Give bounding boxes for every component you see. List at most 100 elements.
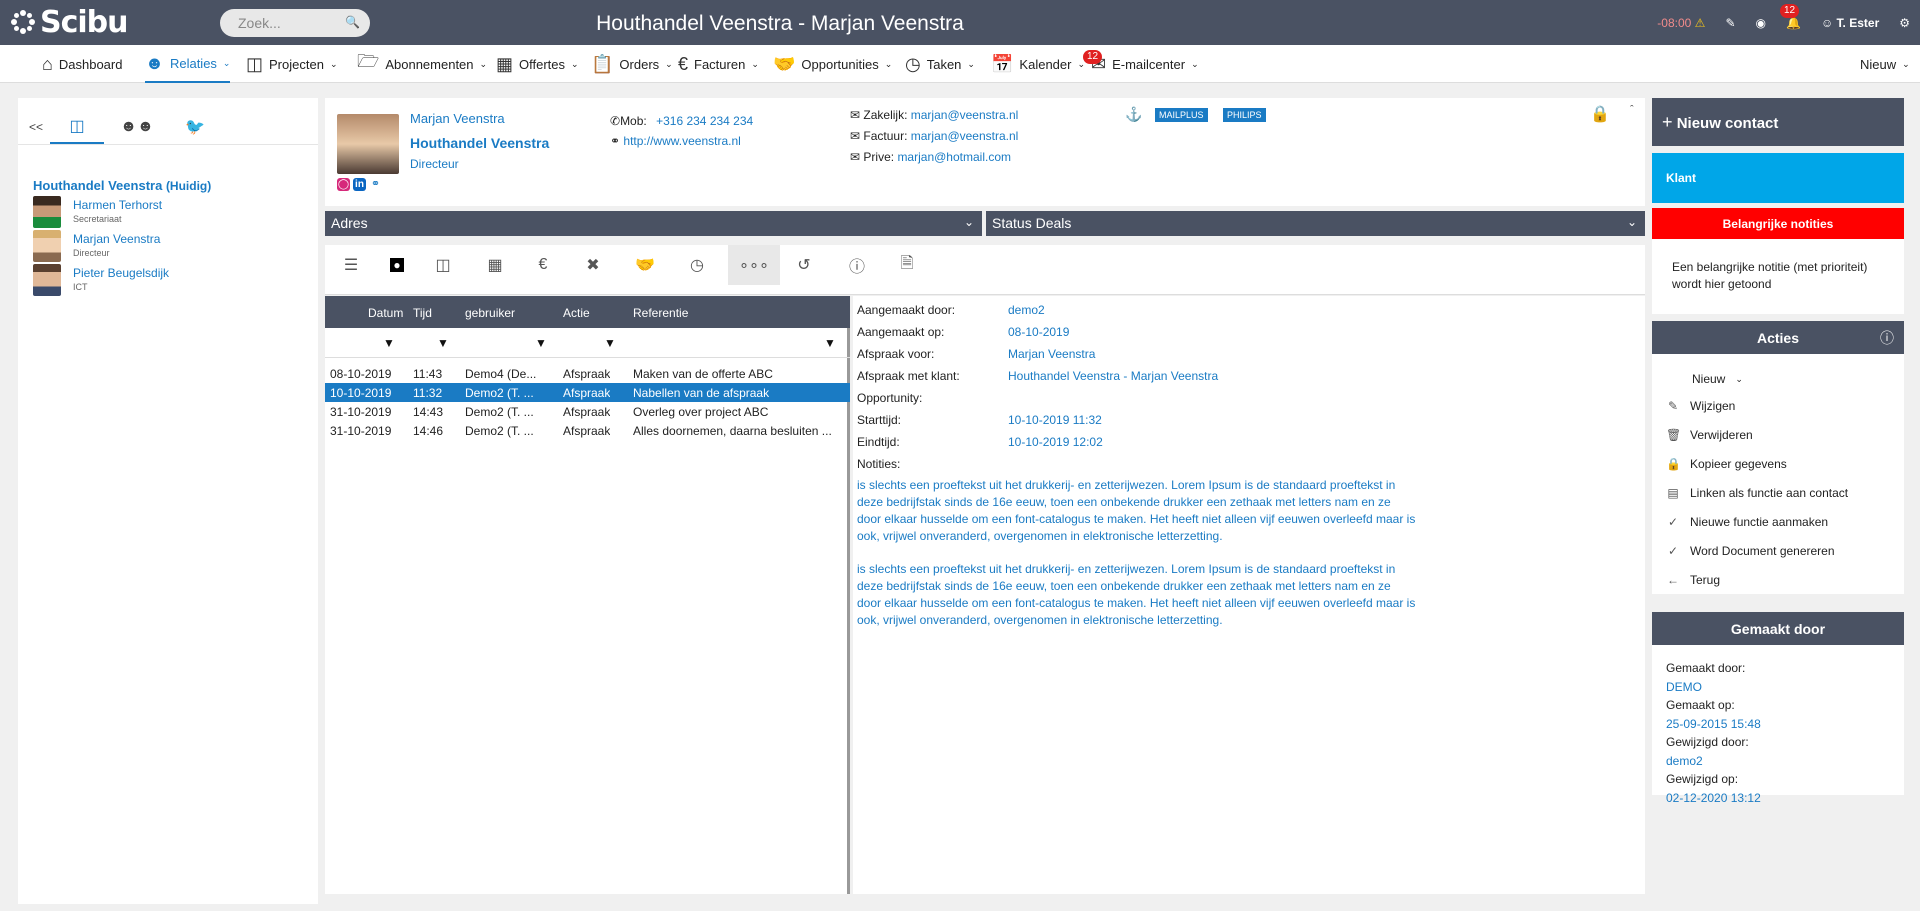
twitter-tab[interactable]: 🐦	[168, 110, 222, 144]
edit-icon[interactable]: ✎	[1725, 16, 1735, 30]
cell-date: 31-10-2019	[330, 424, 392, 438]
bell-icon[interactable]: 🔔 12	[1779, 3, 1801, 30]
action-edit[interactable]: ✎ Wijzigen	[1666, 399, 1735, 413]
collapse-up-icon[interactable]: ˆ	[1630, 104, 1634, 116]
nav-label: Relaties	[169, 55, 217, 71]
info-label: Gewijzigd op:	[1666, 772, 1739, 786]
contact-company[interactable]: Houthandel Veenstra	[410, 135, 549, 151]
website-link[interactable]: http://www.veenstra.nl	[623, 134, 740, 148]
group-tab[interactable]: ☻☻	[110, 110, 164, 144]
mobile-value[interactable]: +316 234 234 234	[656, 114, 753, 128]
column-header[interactable]: Datum	[368, 306, 403, 320]
table-row[interactable]: 10-10-2019 11:32 Demo2 (T. ... Afspraak …	[325, 383, 850, 402]
nav-opportunities[interactable]: 🤝 Opportunities ⌄	[773, 45, 892, 83]
trash-icon: 🗑	[1666, 428, 1682, 442]
info-icon[interactable]: ⓘ	[1880, 328, 1894, 348]
nav-new-button[interactable]: Nieuw ⌄	[1860, 45, 1910, 83]
contact-card-icon[interactable]: ●	[371, 245, 423, 285]
euro-icon[interactable]: €	[517, 245, 569, 285]
detail-value[interactable]: Houthandel Veenstra - Marjan Veenstra	[1008, 369, 1218, 383]
contact-item[interactable]: Marjan Veenstra Directeur	[33, 230, 313, 262]
nav-orders[interactable]: 📋 Orders ⌄	[591, 45, 673, 83]
table-row[interactable]: 08-10-2019 11:43 Demo4 (De... Afspraak M…	[325, 364, 850, 383]
check-icon: ✓	[1667, 544, 1679, 558]
filter-icon[interactable]: ▼	[604, 336, 616, 350]
table-row[interactable]: 31-10-2019 14:43 Demo2 (T. ... Afspraak …	[325, 402, 850, 421]
action-link-function[interactable]: ▤ Linken als functie aan contact	[1666, 486, 1848, 500]
history-icon[interactable]: ↺	[778, 245, 830, 285]
action-copy[interactable]: 🔒 Kopieer gegevens	[1666, 457, 1787, 471]
nav-offertes[interactable]: ▦ Offertes ⌄	[496, 45, 579, 83]
filter-icon[interactable]: ▼	[824, 336, 836, 350]
nav-emailcenter[interactable]: ✉ 12 E-mailcenter ⌄	[1083, 45, 1199, 83]
cell-reference: Maken van de offerte ABC	[633, 367, 773, 381]
clock-icon[interactable]: ◷	[671, 245, 723, 285]
appointments-table: Datum Tijd gebruiker Actie Referentie ▼ …	[325, 296, 850, 894]
email-business-link[interactable]: marjan@veenstra.nl	[911, 108, 1019, 122]
email-private-link[interactable]: marjan@hotmail.com	[897, 150, 1011, 164]
filter-icon[interactable]: ▼	[383, 336, 395, 350]
email-invoice-link[interactable]: marjan@veenstra.nl	[911, 129, 1019, 143]
document-icon[interactable]: 🗎	[881, 245, 933, 285]
filter-icon[interactable]: ▼	[437, 336, 449, 350]
user-menu[interactable]: ☺ T. Ester	[1821, 16, 1879, 30]
lock-icon[interactable]: 🔒	[1590, 104, 1610, 124]
link-icon[interactable]: ⚭	[369, 178, 382, 191]
detail-label: Starttijd:	[857, 413, 902, 427]
nav-label: Projecten	[269, 56, 324, 72]
company-link[interactable]: Houthandel Veenstra (Huidig)	[33, 178, 211, 193]
contact-item[interactable]: Pieter Beugelsdijk ICT	[33, 264, 313, 296]
filter-icon[interactable]: ▼	[535, 336, 547, 350]
contact-item[interactable]: Harmen Terhorst Secretariaat	[33, 196, 313, 228]
calculator-icon[interactable]: ▦	[469, 245, 521, 285]
detail-value[interactable]: demo2	[1008, 303, 1045, 317]
column-header[interactable]: Referentie	[633, 306, 688, 320]
nav-dashboard[interactable]: ⌂ Dashboard	[42, 45, 122, 83]
tag-badge[interactable]: PHILIPS	[1223, 108, 1266, 122]
actions-new-dropdown[interactable]: Nieuw ⌄	[1692, 372, 1743, 386]
nav-projecten[interactable]: ◫ Projecten ⌄	[246, 45, 337, 83]
action-new-function[interactable]: ✓ Nieuwe functie aanmaken	[1666, 515, 1828, 529]
linkedin-icon[interactable]: in	[353, 178, 366, 191]
eye-icon[interactable]: ◉	[1756, 16, 1766, 30]
action-delete[interactable]: 🗑 Verwijderen	[1666, 428, 1753, 442]
status-deals-section-bar[interactable]: Status Deals ⌄	[986, 211, 1645, 236]
info-icon[interactable]: ⓘ	[831, 245, 883, 285]
settings-gear-icon[interactable]: ⚙	[1899, 16, 1910, 30]
plus-icon: +	[1662, 112, 1673, 132]
chevron-down-icon: ⌄	[1735, 373, 1743, 384]
project-tree-icon[interactable]: ◫	[417, 245, 469, 285]
timer[interactable]: -08:00 ⚠	[1657, 16, 1705, 30]
tools-icon[interactable]: ✖	[567, 245, 619, 285]
detail-value[interactable]: Marjan Veenstra	[1008, 347, 1095, 361]
nav-abonnementen[interactable]: 🗁 Abonnementen ⌄	[357, 45, 487, 83]
handshake-icon[interactable]: 🤝	[619, 245, 671, 285]
chevron-down-icon: ⌄	[967, 58, 975, 69]
collapse-button[interactable]: <<	[26, 110, 46, 144]
nav-relaties[interactable]: ☻ Relaties ⌄	[145, 45, 231, 83]
tag-badge[interactable]: MAILPLUS	[1155, 108, 1208, 122]
column-header[interactable]: Tijd	[413, 306, 432, 320]
new-contact-button[interactable]: + Nieuw contact	[1652, 98, 1904, 146]
action-word-document[interactable]: ✓ Word Document genereren	[1666, 544, 1835, 558]
cell-user: Demo4 (De...	[465, 367, 537, 381]
details-list-icon[interactable]: ☰	[325, 245, 377, 285]
more-icon[interactable]: ∘∘∘	[728, 245, 780, 285]
chevron-down-icon: ⌄	[1902, 58, 1910, 69]
column-header[interactable]: gebruiker	[465, 306, 515, 320]
action-back[interactable]: ← Terug	[1666, 573, 1720, 587]
cell-date: 08-10-2019	[330, 367, 392, 381]
address-section-bar[interactable]: Adres ⌄	[325, 211, 982, 236]
nav-kalender[interactable]: 📅 Kalender ⌄	[991, 45, 1085, 83]
nav-taken[interactable]: ◷ Taken ⌄	[905, 45, 975, 83]
mobile-field: ✆Mob: +316 234 234 234	[610, 114, 753, 128]
top-right-controls: -08:00 ⚠ ✎ ◉ 🔔 12 ☺ T. Ester ⚙	[1657, 0, 1910, 45]
column-header[interactable]: Actie	[563, 306, 590, 320]
nav-facturen[interactable]: € Facturen ⌄	[678, 45, 759, 83]
contact-name[interactable]: Marjan Veenstra	[410, 111, 505, 126]
new-label: Nieuw	[1692, 372, 1726, 386]
instagram-icon[interactable]: ◯	[337, 178, 350, 191]
org-chart-tab[interactable]: ◫	[50, 110, 104, 144]
table-row[interactable]: 31-10-2019 14:46 Demo2 (T. ... Afspraak …	[325, 421, 850, 440]
important-note-text: Een belangrijke notitie (met prioriteit)…	[1672, 260, 1868, 291]
